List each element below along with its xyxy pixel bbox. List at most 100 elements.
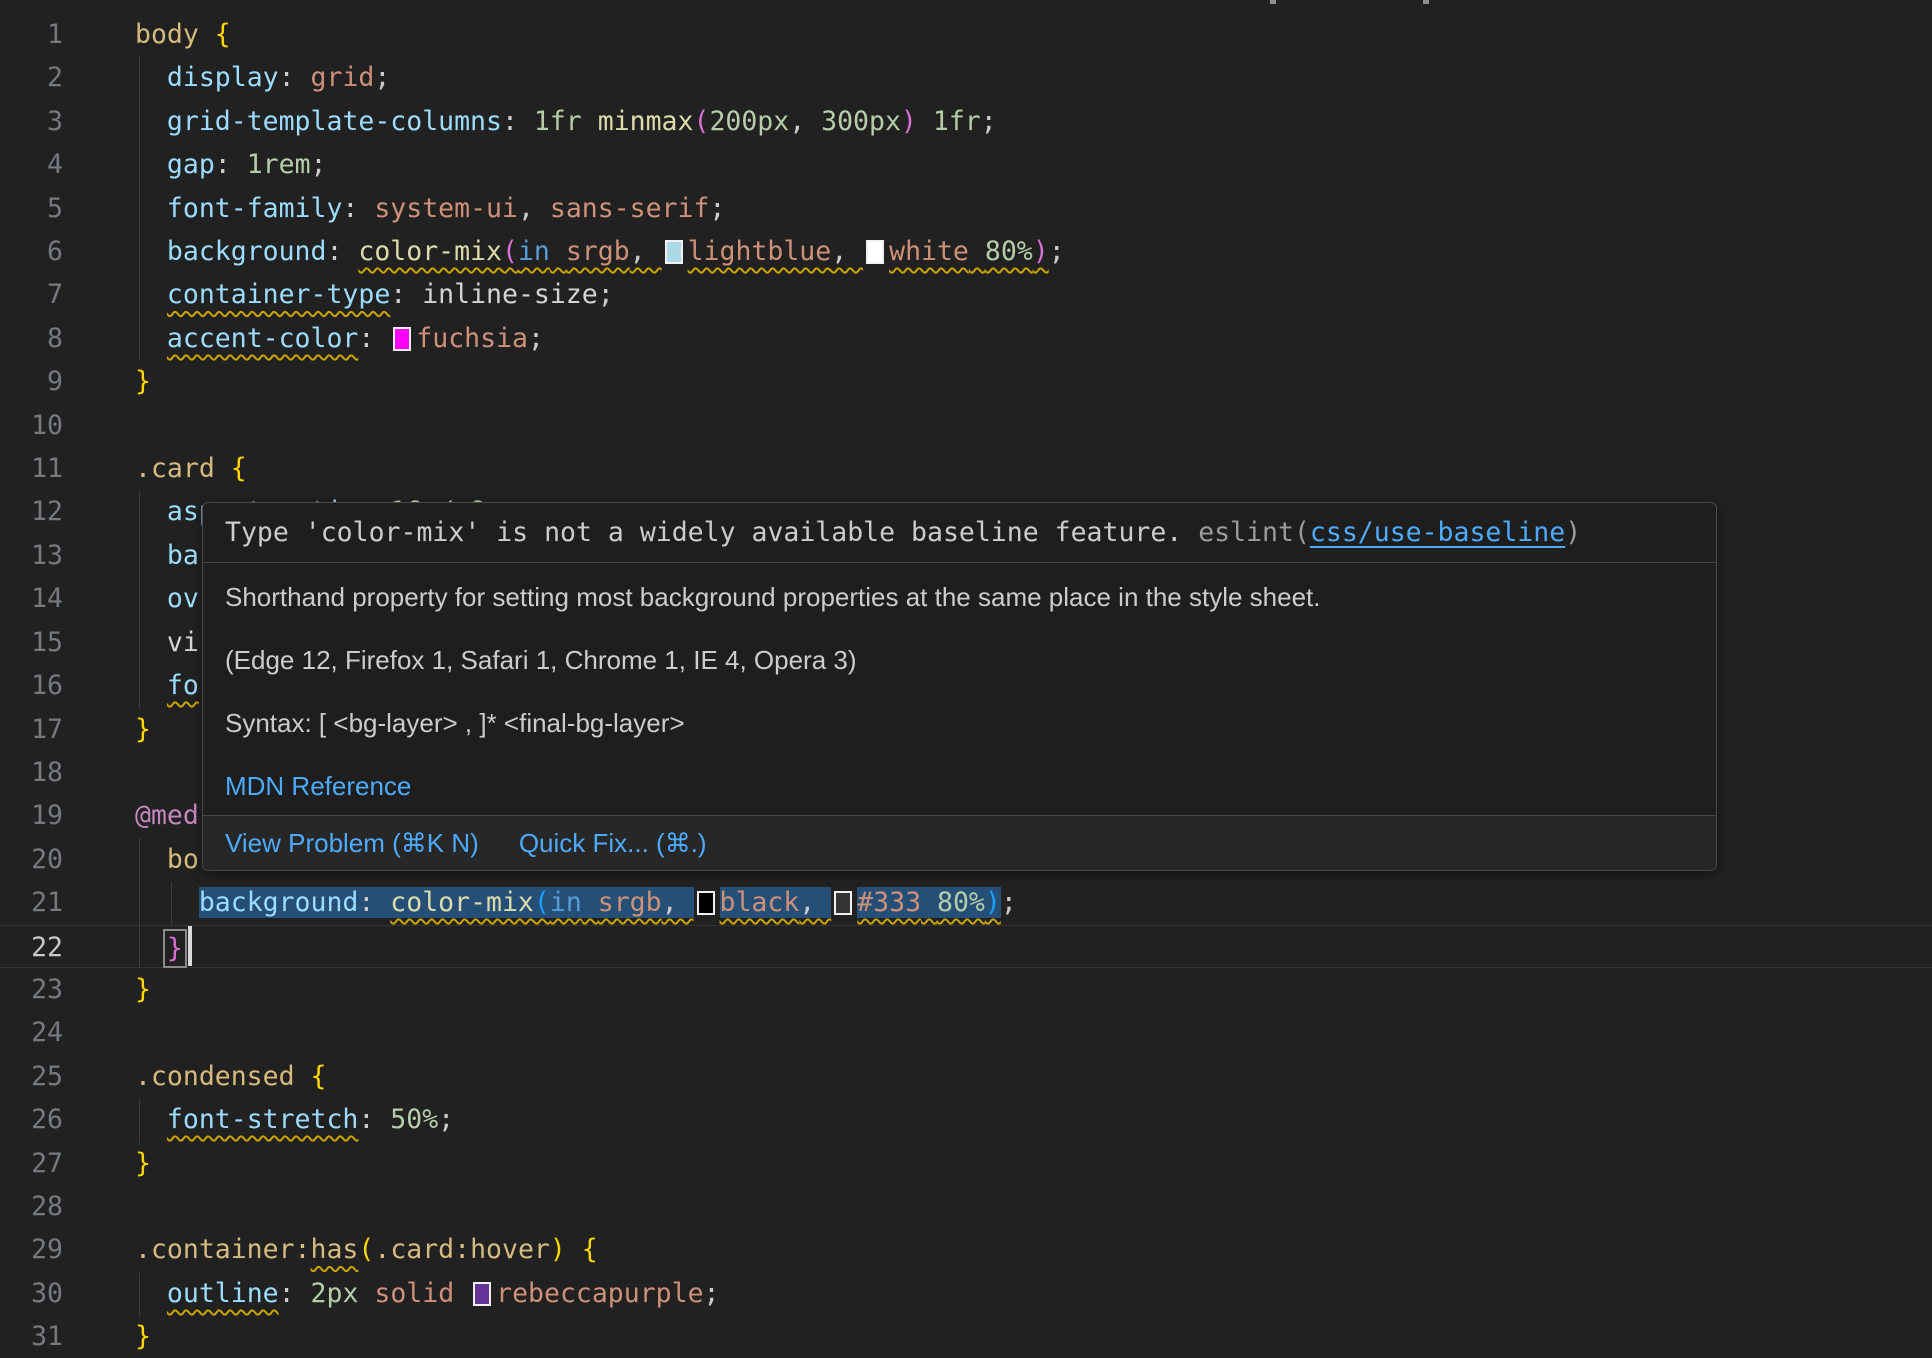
tooltip-paragraph: (Edge 12, Firefox 1, Safari 1, Chrome 1,… [225, 647, 1694, 674]
code-token: body [135, 19, 199, 50]
code-token: white [889, 236, 969, 267]
code-line[interactable]: 31} [0, 1315, 1932, 1358]
matched-bracket: } [167, 933, 183, 964]
code-token: : [279, 1278, 311, 1309]
code-token: } [135, 366, 151, 397]
code-token: ) [1033, 236, 1049, 267]
code-line[interactable]: 6 background: color-mix(in srgb, lightbl… [0, 230, 1932, 273]
code-token: , [518, 193, 550, 224]
color-swatch[interactable] [834, 891, 852, 915]
code-token [135, 1278, 167, 1309]
line-number: 13 [0, 534, 63, 577]
code-token: ; [528, 323, 544, 354]
code-text: outline: 2px solid rebeccapurple; [135, 1272, 720, 1315]
code-token: 300px [821, 106, 901, 137]
code-token: ; [374, 62, 390, 93]
code-token: color-mix [390, 887, 534, 918]
code-line[interactable]: 3 grid-template-columns: 1fr minmax(200p… [0, 100, 1932, 143]
code-line[interactable]: 24 [0, 1011, 1932, 1054]
code-token: background [199, 887, 359, 918]
line-number: 2 [0, 56, 63, 99]
line-number: 9 [0, 360, 63, 403]
code-text: grid-template-columns: 1fr minmax(200px,… [135, 100, 997, 143]
code-editor: 1body {2 display: grid;3 grid-template-c… [0, 0, 1932, 1358]
code-line[interactable]: 27} [0, 1142, 1932, 1185]
code-line[interactable]: 10 [0, 404, 1932, 447]
code-token [135, 323, 167, 354]
code-token: : [358, 1104, 390, 1135]
code-token: : [215, 149, 247, 180]
code-line[interactable]: 2 display: grid; [0, 56, 1932, 99]
code-token [582, 887, 598, 918]
mdn-reference-link[interactable]: MDN Reference [225, 773, 411, 800]
view-problem-action[interactable]: View Problem (⌘K N) [225, 828, 479, 859]
code-token: ( [693, 106, 709, 137]
code-token: { [231, 453, 247, 484]
color-swatch[interactable] [393, 327, 411, 351]
code-text: } [135, 968, 151, 1011]
code-token: container-type [167, 279, 390, 310]
code-token [135, 496, 167, 527]
code-line[interactable]: 21 background: color-mix(in srgb, black,… [0, 881, 1932, 924]
code-token: #333 [857, 887, 921, 918]
code-token: , [799, 887, 831, 918]
code-token: } [135, 1321, 151, 1352]
color-swatch[interactable] [697, 891, 715, 915]
code-token: srgb [598, 887, 662, 918]
code-token: ( [502, 236, 518, 267]
diagnostic-text: eslint [1198, 517, 1294, 548]
code-line[interactable]: 1body { [0, 13, 1932, 56]
code-text: font-family: system-ui, sans-serif; [135, 187, 725, 230]
code-line[interactable]: 22 } [0, 925, 1932, 968]
code-line[interactable]: 5 font-family: system-ui, sans-serif; [0, 187, 1932, 230]
text-cursor [188, 926, 192, 966]
code-text: background: color-mix(in srgb, black, #3… [135, 881, 1017, 924]
code-token: ( [358, 1234, 374, 1265]
line-number: 14 [0, 577, 63, 620]
code-token: : [358, 887, 390, 918]
code-token: : [390, 279, 422, 310]
diagnostic-message: Type 'color-mix' is not a widely availab… [203, 503, 1716, 563]
code-line[interactable]: 28 [0, 1185, 1932, 1228]
code-line[interactable]: 23} [0, 968, 1932, 1011]
code-line[interactable]: 8 accent-color: fuchsia; [0, 317, 1932, 360]
clipped-text-remnant [1270, 0, 1276, 4]
hover-tooltip: Type 'color-mix' is not a widely availab… [202, 502, 1717, 871]
code-line[interactable]: 9} [0, 360, 1932, 403]
code-token: : [502, 106, 534, 137]
line-number: 18 [0, 751, 63, 794]
color-swatch[interactable] [866, 240, 884, 264]
code-text: ba [135, 534, 199, 577]
code-line[interactable]: 29.container:has(.card:hover) { [0, 1228, 1932, 1271]
color-swatch[interactable] [665, 240, 683, 264]
code-line[interactable]: 7 container-type: inline-size; [0, 273, 1932, 316]
line-number: 20 [0, 838, 63, 881]
code-token: lightblue [688, 236, 832, 267]
code-line[interactable]: 26 font-stretch: 50%; [0, 1098, 1932, 1141]
code-token: ; [438, 1104, 454, 1135]
code-text: ov [135, 577, 199, 620]
line-number: 31 [0, 1315, 63, 1358]
line-number: 8 [0, 317, 63, 360]
code-line[interactable]: 25.condensed { [0, 1055, 1932, 1098]
line-number: 16 [0, 664, 63, 707]
quick-fix-action[interactable]: Quick Fix... (⌘.) [519, 828, 707, 859]
line-number: 30 [0, 1272, 63, 1315]
code-token: ; [1049, 236, 1065, 267]
code-line[interactable]: 4 gap: 1rem; [0, 143, 1932, 186]
color-swatch[interactable] [473, 1282, 491, 1306]
line-number: 23 [0, 968, 63, 1011]
code-line[interactable]: 11.card { [0, 447, 1932, 490]
code-text: vi [135, 621, 199, 664]
code-token: grid-template-columns [167, 106, 502, 137]
code-token [199, 19, 215, 50]
code-token [969, 236, 985, 267]
code-text: font-stretch: 50%; [135, 1098, 454, 1141]
code-token [135, 62, 167, 93]
eslint-rule-link[interactable]: css/use-baseline [1310, 517, 1565, 548]
code-token: , [662, 887, 694, 918]
code-text: gap: 1rem; [135, 143, 327, 186]
clipped-text-remnant [1423, 0, 1429, 4]
code-token [135, 193, 167, 224]
code-line[interactable]: 30 outline: 2px solid rebeccapurple; [0, 1272, 1932, 1315]
